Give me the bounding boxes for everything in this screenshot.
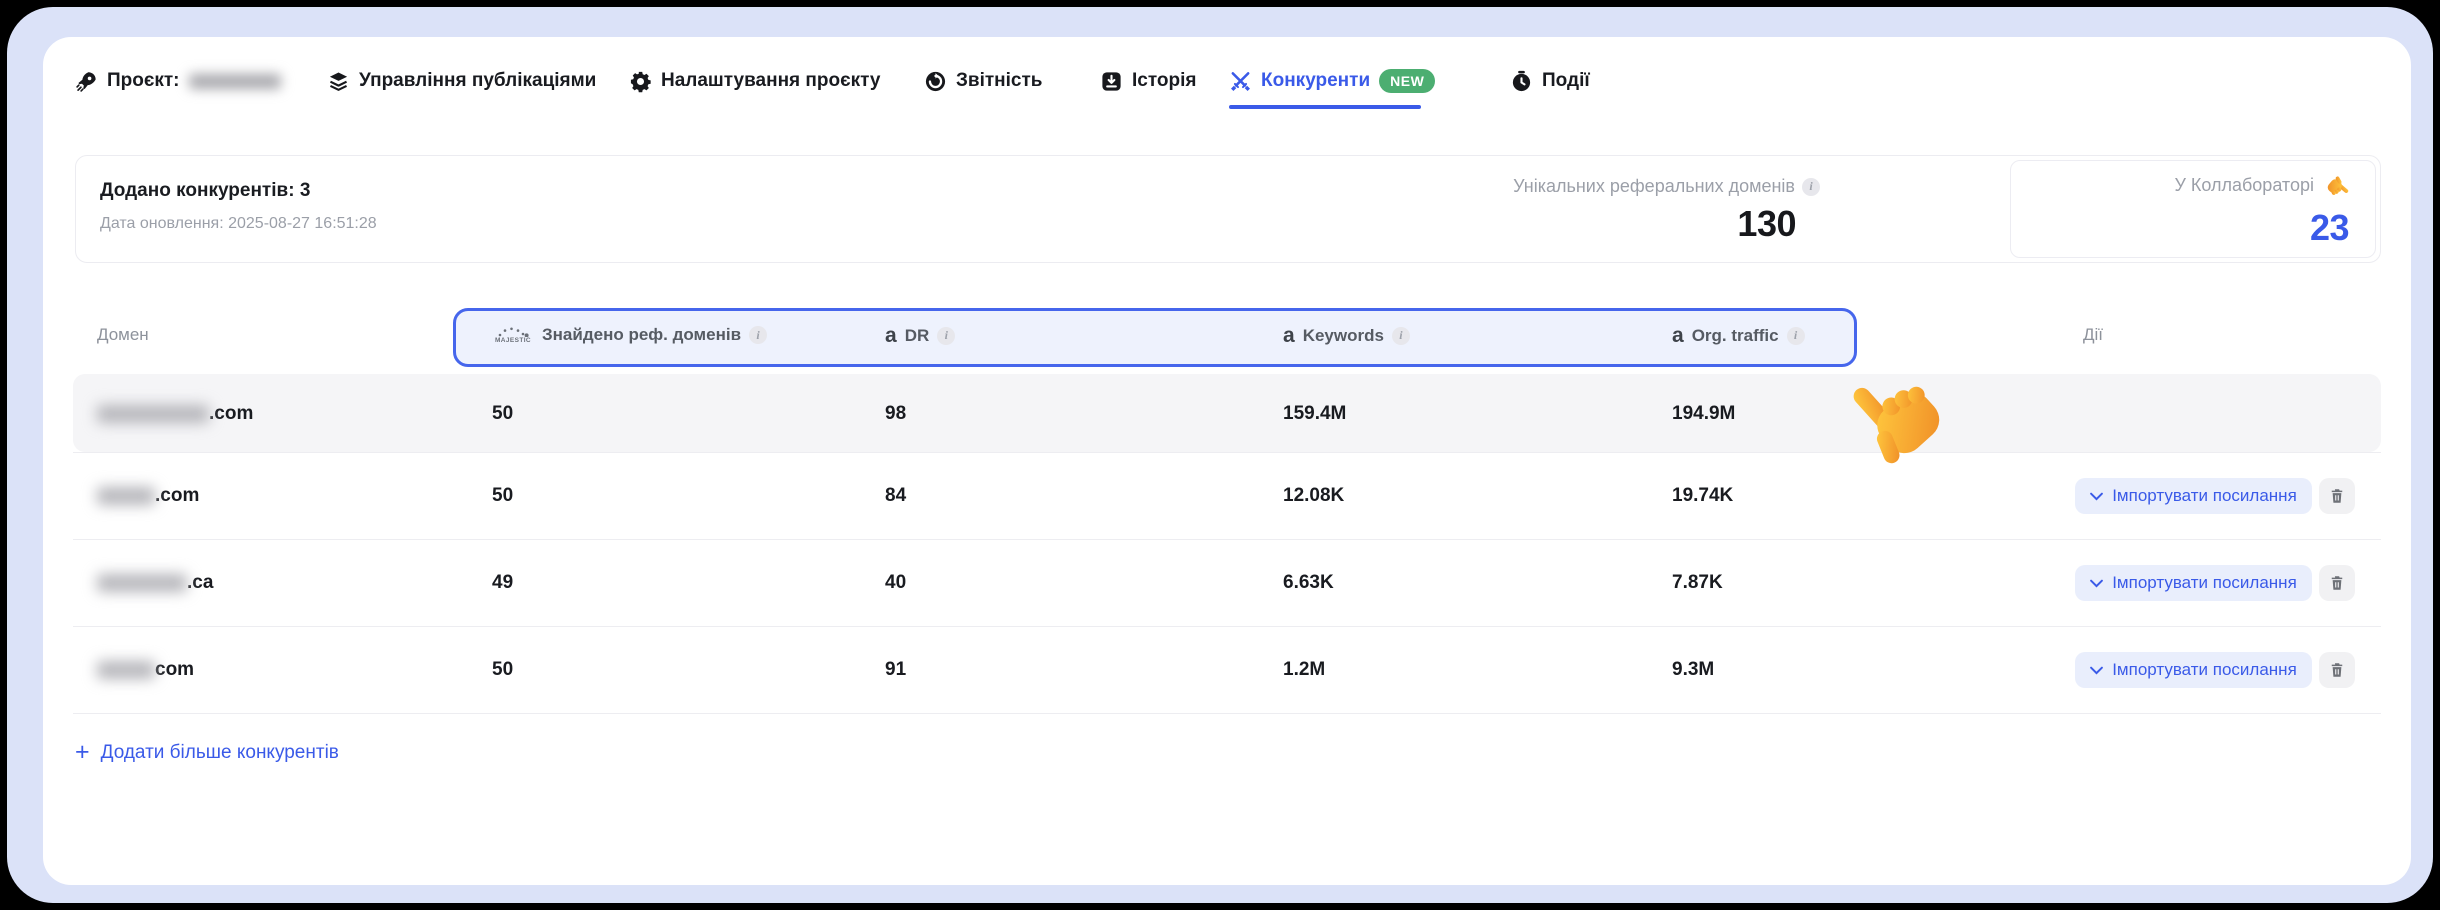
history-icon (1100, 70, 1123, 93)
ahrefs-icon: a (1672, 325, 1684, 346)
app-surface: Проєкт: Управління публікаціями Налаштув… (7, 7, 2433, 903)
pointing-hand-icon (2321, 173, 2350, 202)
chevron-down-icon (2090, 579, 2103, 588)
trash-icon (2328, 661, 2346, 679)
main-card: Проєкт: Управління публікаціями Налаштув… (43, 37, 2411, 885)
dr-cell: 98 (885, 402, 906, 426)
traffic-cell: 9.3M (1672, 658, 1714, 682)
row-divider (73, 626, 2381, 627)
found-cell: 50 (492, 484, 513, 508)
nav-competitors[interactable]: Конкуренти NEW (1229, 65, 1435, 97)
row-divider (73, 713, 2381, 714)
project-label: Проєкт: (107, 70, 180, 92)
row-divider (73, 452, 2381, 453)
domain-blurred (97, 405, 209, 423)
plus-icon: + (75, 740, 90, 765)
col-header-domain: Домен (97, 325, 149, 345)
ahrefs-icon: a (1283, 325, 1295, 346)
delete-button[interactable] (2319, 652, 2355, 688)
added-competitors-label: Додано конкурентів: (100, 180, 295, 201)
majestic-icon: MAJESTIC (492, 326, 534, 344)
collaborator-label: У Коллабораторі (2174, 175, 2314, 196)
import-links-button[interactable]: Імпортувати посилання (2075, 478, 2312, 514)
nav-publications[interactable]: Управління публікаціями (327, 65, 596, 97)
col-header-actions: Дії (2083, 325, 2103, 345)
stats-bar: Додано конкурентів: 3 Дата оновлення: 20… (75, 155, 2381, 263)
keywords-cell: 1.2M (1283, 658, 1325, 682)
nav-events[interactable]: Події (1510, 65, 1590, 97)
highlighted-row-background (73, 374, 2381, 452)
chevron-down-icon (2090, 666, 2103, 675)
col-header-found[interactable]: MAJESTIC Знайдено реф. доменів (492, 325, 767, 345)
collaborator-stat-box: У Коллабораторі 23 (2010, 160, 2376, 258)
updated-date: Дата оновлення: 2025-08-27 16:51:28 (100, 215, 377, 233)
nav-label: Події (1542, 70, 1590, 92)
domain-cell: com (97, 658, 194, 682)
stat-ref-domains: Унікальних реферальних доменів 130 (1513, 176, 1820, 245)
traffic-cell: 194.9M (1672, 402, 1735, 426)
active-tab-underline (1229, 105, 1421, 109)
traffic-cell: 7.87K (1672, 571, 1723, 595)
clock-icon (1510, 70, 1533, 93)
trash-icon (2328, 574, 2346, 592)
info-icon[interactable] (1787, 327, 1805, 345)
nav-settings[interactable]: Налаштування проєкту (629, 65, 880, 97)
found-cell: 49 (492, 571, 513, 595)
nav-history[interactable]: Історія (1100, 65, 1196, 97)
project-domain-blurred (189, 74, 281, 89)
traffic-cell: 19.74K (1672, 484, 1733, 508)
nav-reports[interactable]: Звітність (924, 65, 1042, 97)
chevron-down-icon (2090, 492, 2103, 501)
dr-cell: 40 (885, 571, 906, 595)
added-competitors-value: 3 (300, 180, 311, 201)
ref-domains-value: 130 (1513, 203, 1796, 245)
found-cell: 50 (492, 402, 513, 426)
domain-cell: .ca (97, 571, 213, 595)
row-divider (73, 539, 2381, 540)
keywords-cell: 159.4M (1283, 402, 1346, 426)
delete-button[interactable] (2319, 478, 2355, 514)
trash-icon (2328, 487, 2346, 505)
delete-button[interactable] (2319, 565, 2355, 601)
dr-cell: 91 (885, 658, 906, 682)
nav-label: Налаштування проєкту (661, 70, 880, 92)
domain-blurred (97, 661, 155, 679)
layers-icon (327, 70, 350, 93)
gear-icon (629, 70, 652, 93)
collaborator-value: 23 (2174, 207, 2349, 249)
nav-label: Управління публікаціями (359, 70, 596, 92)
nav-label: Конкуренти (1261, 70, 1370, 92)
rocket-icon (75, 70, 98, 93)
import-links-button[interactable]: Імпортувати посилання (2075, 565, 2312, 601)
col-header-traffic[interactable]: a Org. traffic (1672, 325, 1805, 346)
add-more-competitors-link[interactable]: + Додати більше конкурентів (75, 740, 339, 765)
domain-blurred (97, 487, 155, 505)
new-badge: NEW (1379, 69, 1435, 93)
info-icon[interactable] (749, 326, 767, 344)
col-header-keywords[interactable]: a Keywords (1283, 325, 1410, 346)
ref-domains-label: Унікальних реферальних доменів (1513, 176, 1795, 197)
col-header-dr[interactable]: a DR (885, 325, 955, 346)
import-links-button[interactable]: Імпортувати посилання (2075, 652, 2312, 688)
domain-cell: .com (97, 402, 253, 426)
refresh-circle-icon (924, 70, 947, 93)
info-icon[interactable] (1392, 327, 1410, 345)
keywords-cell: 6.63K (1283, 571, 1334, 595)
nav-label: Звітність (956, 70, 1042, 92)
info-icon[interactable] (937, 327, 955, 345)
nav-label: Історія (1132, 70, 1196, 92)
domain-blurred (97, 574, 187, 592)
domain-cell: .com (97, 484, 199, 508)
stats-added-block: Додано конкурентів: 3 Дата оновлення: 20… (100, 180, 377, 233)
crossed-swords-icon (1229, 70, 1252, 93)
keywords-cell: 12.08K (1283, 484, 1344, 508)
found-cell: 50 (492, 658, 513, 682)
dr-cell: 84 (885, 484, 906, 508)
info-icon[interactable] (1802, 178, 1820, 196)
nav-project[interactable]: Проєкт: (75, 65, 281, 97)
ahrefs-icon: a (885, 325, 897, 346)
